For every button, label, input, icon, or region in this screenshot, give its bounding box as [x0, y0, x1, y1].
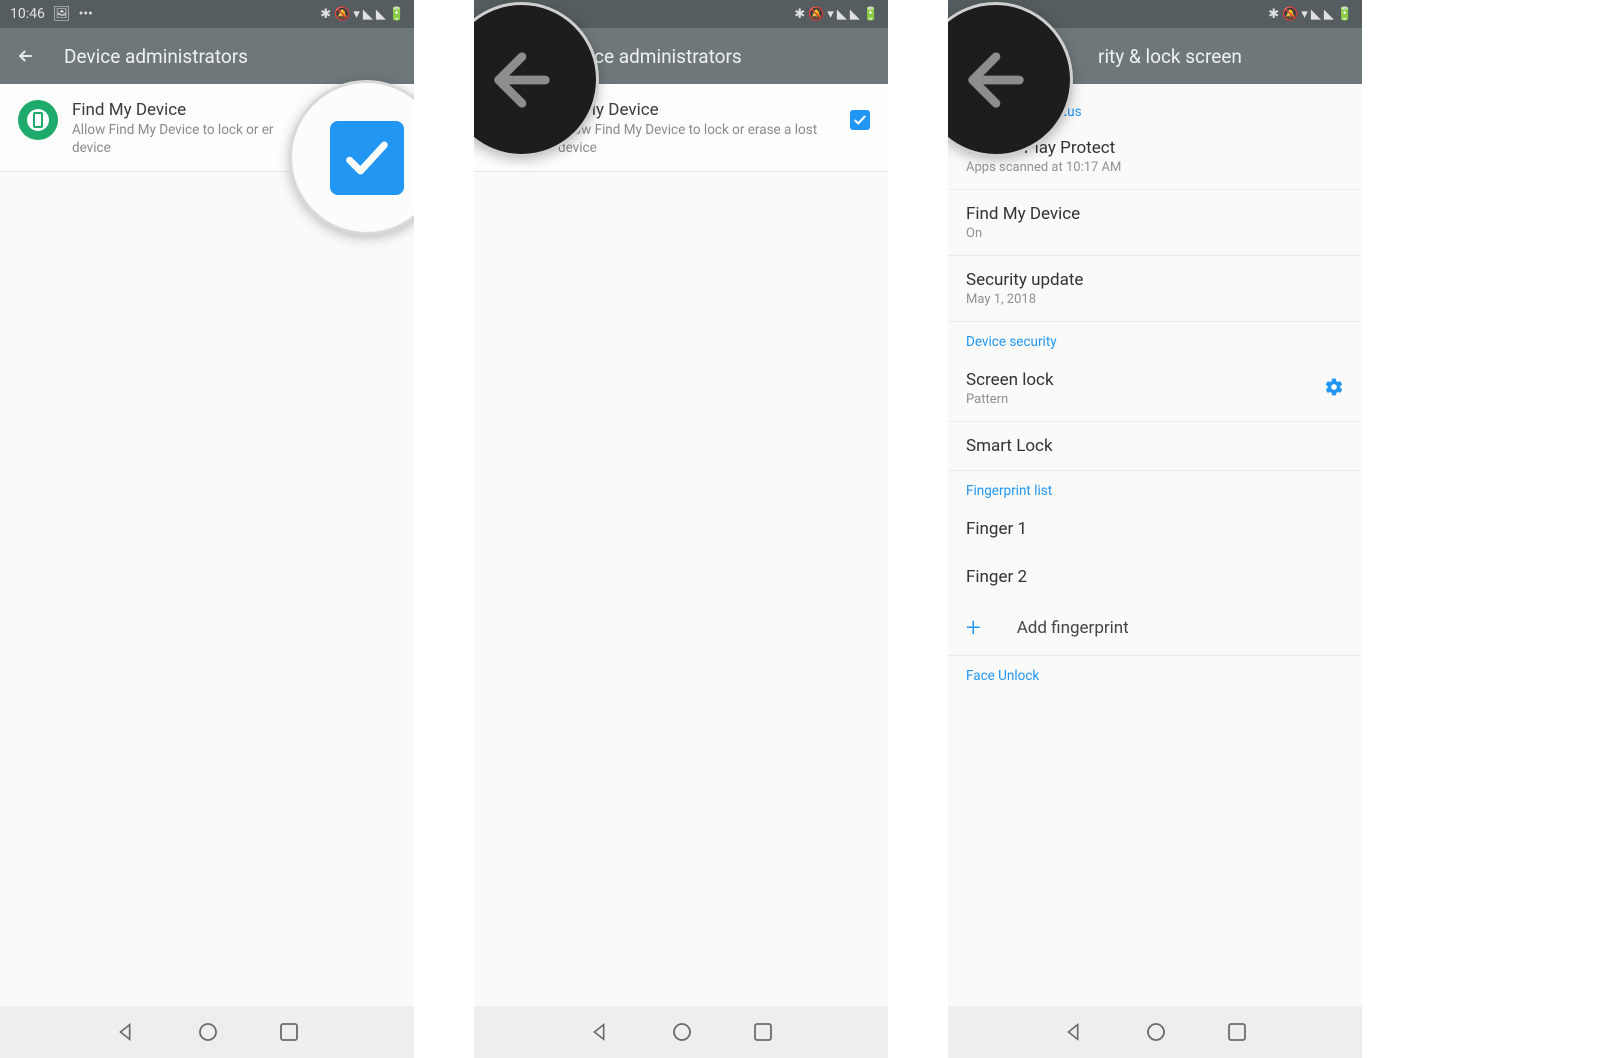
checkbox-checked-icon[interactable] [850, 110, 870, 130]
wifi-icon: ▾ [353, 7, 359, 22]
battery-icon: 🔋 [1337, 7, 1352, 22]
signal-icon: ◣ [837, 7, 846, 22]
phone-screen-3: ✱ 🔕 ▾ ◣ ◣ 🔋 rity & lock screen status Go… [948, 0, 1362, 1058]
plus-icon: + [966, 615, 981, 641]
signal-icon: ◣ [1311, 7, 1320, 22]
phone-screen-2: ✱ 🔕 ▾ ◣ ◣ 🔋 ce administrators nd My Devi… [474, 0, 888, 1058]
signal-icon-2: ◣ [376, 7, 385, 22]
signal-icon-2: ◣ [1324, 7, 1333, 22]
battery-icon: 🔋 [863, 7, 878, 22]
add-fingerprint-label: Add fingerprint [1017, 618, 1129, 638]
app-bar-title: Device administrators [64, 45, 248, 68]
nav-home-icon[interactable] [197, 1021, 219, 1043]
setting-title: Smart Lock [966, 436, 1053, 456]
more-icon: ••• [79, 6, 93, 22]
setting-subtitle: Apps scanned at 10:17 AM [966, 160, 1121, 175]
status-bar: 10:46 🖼 ••• ✱ 🔕 ▾ ◣ ◣ 🔋 [0, 0, 414, 28]
section-header-device-security: Device security [948, 322, 1362, 356]
mute-icon: 🔕 [808, 7, 823, 22]
finger2-row[interactable]: Finger 2 [948, 553, 1362, 601]
item-subtitle: Allow Find My Device to lock or erase a … [558, 122, 836, 157]
nav-back-icon[interactable] [115, 1021, 137, 1043]
setting-title: Security update [966, 270, 1083, 290]
smart-lock-row[interactable]: Smart Lock [948, 422, 1362, 471]
battery-icon: 🔋 [389, 7, 404, 22]
nav-back-icon[interactable] [1063, 1021, 1085, 1043]
content-area: nd My Device Allow Find My Device to loc… [474, 84, 888, 1006]
app-bar-title: rity & lock screen [1098, 45, 1242, 68]
wifi-icon: ▾ [1301, 7, 1307, 22]
bluetooth-icon: ✱ [320, 7, 330, 22]
phone-screen-1: 10:46 🖼 ••• ✱ 🔕 ▾ ◣ ◣ 🔋 Device administr… [0, 0, 414, 1058]
content-area: status Google Play Protect Apps scanned … [948, 84, 1362, 1006]
status-time: 10:46 [10, 6, 45, 22]
setting-subtitle: Pattern [966, 392, 1054, 407]
section-header-face-unlock: Face Unlock [948, 656, 1362, 690]
finger1-row[interactable]: Finger 1 [948, 505, 1362, 553]
app-bar-title: ce administrators [594, 45, 742, 68]
nav-recent-icon[interactable] [279, 1022, 299, 1042]
section-header-fingerprint: Fingerprint list [948, 471, 1362, 505]
nav-home-icon[interactable] [1145, 1021, 1167, 1043]
nav-back-icon[interactable] [589, 1021, 611, 1043]
nav-home-icon[interactable] [671, 1021, 693, 1043]
nav-bar [474, 1006, 888, 1058]
find-my-device-row[interactable]: Find My Device On [948, 190, 1362, 256]
security-update-row[interactable]: Security update May 1, 2018 [948, 256, 1362, 322]
setting-title: Finger 2 [966, 567, 1027, 587]
app-bar: Device administrators [0, 28, 414, 84]
gallery-icon: 🖼 [53, 6, 71, 22]
checkbox-checked-icon[interactable] [330, 121, 404, 195]
setting-title: Finger 1 [966, 519, 1027, 539]
gear-icon[interactable] [1324, 377, 1344, 401]
screen-lock-row[interactable]: Screen lock Pattern [948, 356, 1362, 422]
nav-recent-icon[interactable] [753, 1022, 773, 1042]
status-icons: ✱ 🔕 ▾ ◣ ◣ 🔋 [320, 7, 404, 22]
nav-bar [0, 1006, 414, 1058]
mute-icon: 🔕 [1282, 7, 1297, 22]
find-my-device-icon [18, 100, 58, 140]
bluetooth-icon: ✱ [794, 7, 804, 22]
setting-title: Find My Device [966, 204, 1080, 224]
nav-recent-icon[interactable] [1227, 1022, 1247, 1042]
bluetooth-icon: ✱ [1268, 7, 1278, 22]
setting-subtitle: On [966, 226, 1080, 241]
add-fingerprint-row[interactable]: + Add fingerprint [948, 601, 1362, 656]
setting-title: Screen lock [966, 370, 1054, 390]
back-arrow-icon[interactable] [16, 46, 36, 66]
mute-icon: 🔕 [334, 7, 349, 22]
nav-bar [948, 1006, 1362, 1058]
signal-icon-2: ◣ [850, 7, 859, 22]
setting-subtitle: May 1, 2018 [966, 292, 1083, 307]
signal-icon: ◣ [363, 7, 372, 22]
item-title: nd My Device [558, 100, 836, 120]
wifi-icon: ▾ [827, 7, 833, 22]
